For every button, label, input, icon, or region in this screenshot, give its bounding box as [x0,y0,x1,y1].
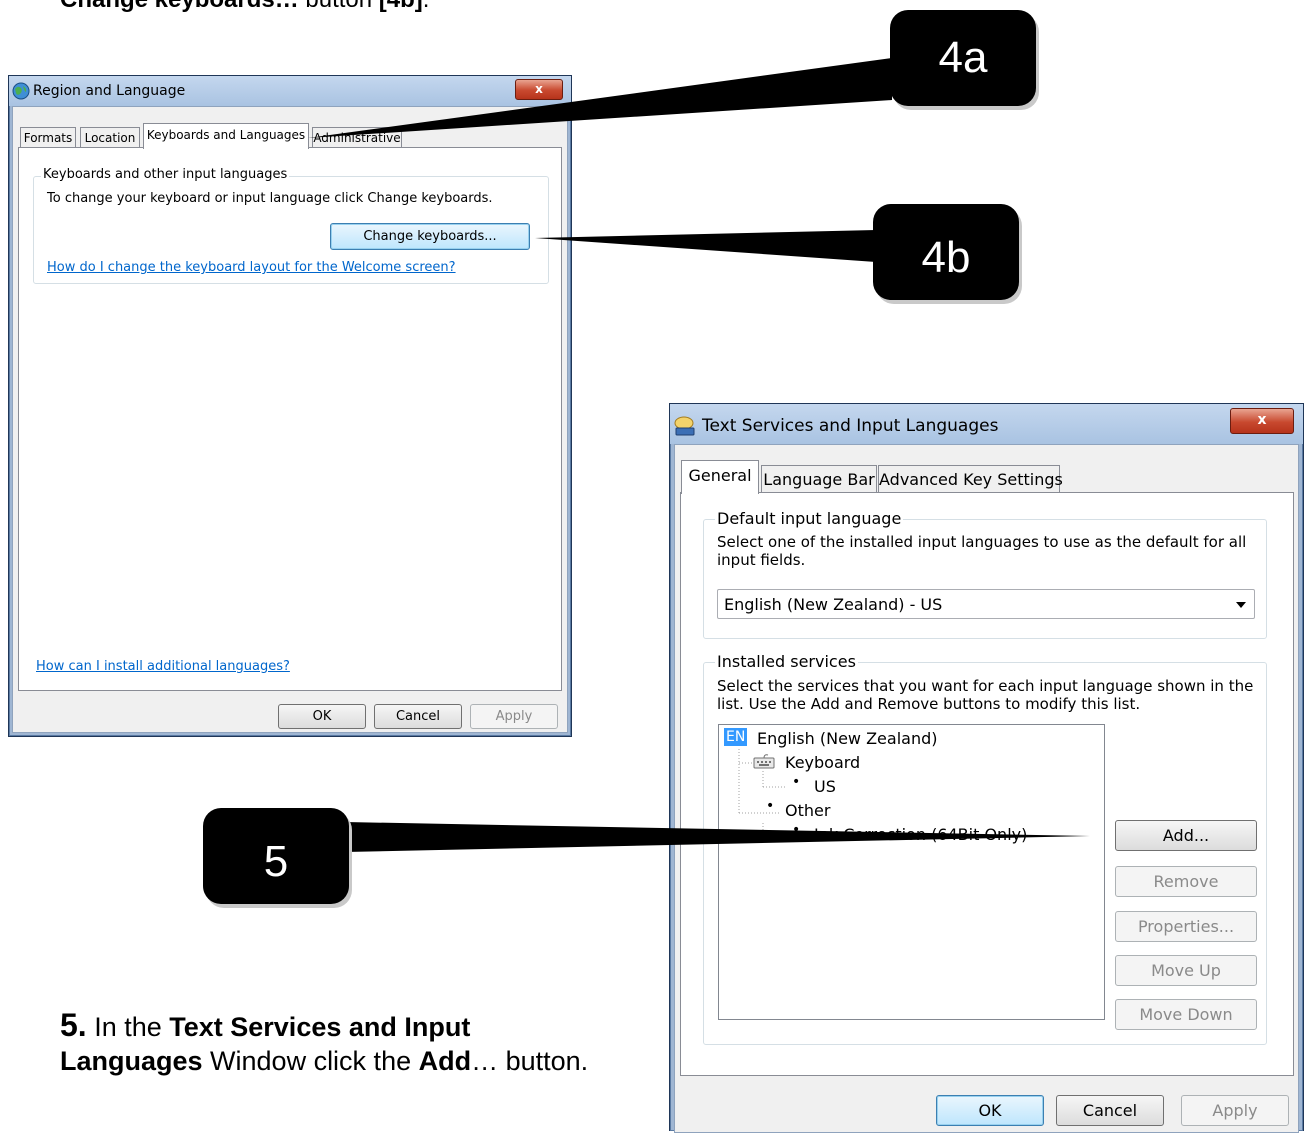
remove-button[interactable]: Remove [1115,866,1257,897]
tree-bullet-other: • [766,798,775,814]
step5-text-2: Window click the [202,1046,419,1076]
instruction-bold-change-keyboards: Change keyboards… [60,0,299,13]
step-number: 5. [60,1007,87,1043]
keyboards-group-label: Keyboards and other input languages [41,167,290,182]
tree-ink-correction[interactable]: Ink Correction (64Bit Only) [814,825,1027,844]
tree-bullet-us: • [792,774,801,790]
instruction-step-5: 5. In the Text Services and Input Langua… [60,1008,620,1078]
region-client-area: Formats Location Keyboards and Languages… [12,106,568,733]
tree-bullet-ink: • [792,822,801,838]
text-services-close-button[interactable]: x [1230,408,1294,434]
region-language-window: Region and Language x Formats Location K… [8,75,572,737]
step5-bold-add: Add [418,1046,472,1076]
welcome-screen-layout-link[interactable]: How do I change the keyboard layout for … [47,260,456,275]
default-language-description: Select one of the installed input langua… [717,533,1247,569]
callout-5: 5 [203,808,349,904]
callout-4a-label: 4a [938,33,988,82]
close-icon: x [535,82,543,96]
region-title-bar[interactable]: Region and Language x [9,76,571,106]
instruction-plain: button [299,0,379,13]
region-title: Region and Language [33,83,186,99]
tab-general[interactable]: General [681,460,759,494]
language-badge: EN [724,728,748,746]
text-services-title: Text Services and Input Languages [702,416,999,436]
installed-services-group-label: Installed services [715,652,858,671]
instruction-text-top: Change keyboards… button [4b]. [60,0,429,14]
text-services-cancel-button[interactable]: Cancel [1056,1095,1164,1126]
step5-text-3: … button. [471,1046,589,1076]
text-services-client-area: General Language Bar Advanced Key Settin… [674,444,1299,1133]
tab-advanced-key-settings[interactable]: Advanced Key Settings [878,465,1063,493]
tab-formats[interactable]: Formats [20,127,76,148]
text-services-ok-button[interactable]: OK [936,1095,1044,1126]
tree-keyboard-us[interactable]: US [814,777,836,796]
region-close-button[interactable]: x [515,79,563,100]
callout-5-label: 5 [263,837,289,886]
callout-4b: 4b [873,204,1019,300]
instruction-ref-4b: [4b] [379,0,423,13]
callout-4a: 4a [890,10,1036,106]
text-services-title-bar[interactable]: Text Services and Input Languages x [670,404,1303,444]
region-apply-button[interactable]: Apply [470,704,558,729]
text-services-apply-button[interactable]: Apply [1181,1095,1289,1126]
region-ok-button[interactable]: OK [278,704,366,729]
keyboards-description: To change your keyboard or input languag… [47,191,493,206]
default-language-select[interactable]: English (New Zealand) - US [717,589,1255,619]
installed-services-description: Select the services that you want for ea… [717,677,1254,713]
chevron-down-icon [1236,602,1246,608]
callout-4b-label: 4b [921,233,971,282]
add-button[interactable]: Add... [1115,820,1257,851]
install-languages-link[interactable]: How can I install additional languages? [36,659,290,674]
close-icon: x [1257,412,1267,428]
text-services-window: Text Services and Input Languages x Gene… [669,403,1304,1133]
tree-other[interactable]: Other [785,801,830,820]
move-down-button[interactable]: Move Down [1115,999,1257,1030]
language-bar-icon [674,415,696,442]
instruction-end: . [423,0,430,13]
keyboard-icon [753,753,775,774]
globe-icon [12,82,30,105]
tree-keyboard[interactable]: Keyboard [785,753,860,772]
default-language-value: English (New Zealand) - US [724,595,943,614]
default-language-group-label: Default input language [715,509,904,528]
move-up-button[interactable]: Move Up [1115,955,1257,986]
tab-location[interactable]: Location [80,127,140,148]
tree-language[interactable]: English (New Zealand) [757,729,937,748]
region-tab-panel: Keyboards and other input languages To c… [18,147,562,691]
tab-language-bar[interactable]: Language Bar [761,465,877,493]
installed-services-tree[interactable]: EN English (New Zealand) Keyboard • US •… [718,724,1105,1020]
tab-administrative[interactable]: Administrative [312,127,402,148]
pointer-4b [535,230,876,262]
tab-keyboards-and-languages[interactable]: Keyboards and Languages [143,123,309,149]
text-services-tab-panel: Default input language Select one of the… [680,492,1294,1076]
step5-text-1: In the [86,1012,170,1042]
change-keyboards-button[interactable]: Change keyboards... [330,223,530,250]
properties-button[interactable]: Properties... [1115,911,1257,942]
region-cancel-button[interactable]: Cancel [374,704,462,729]
